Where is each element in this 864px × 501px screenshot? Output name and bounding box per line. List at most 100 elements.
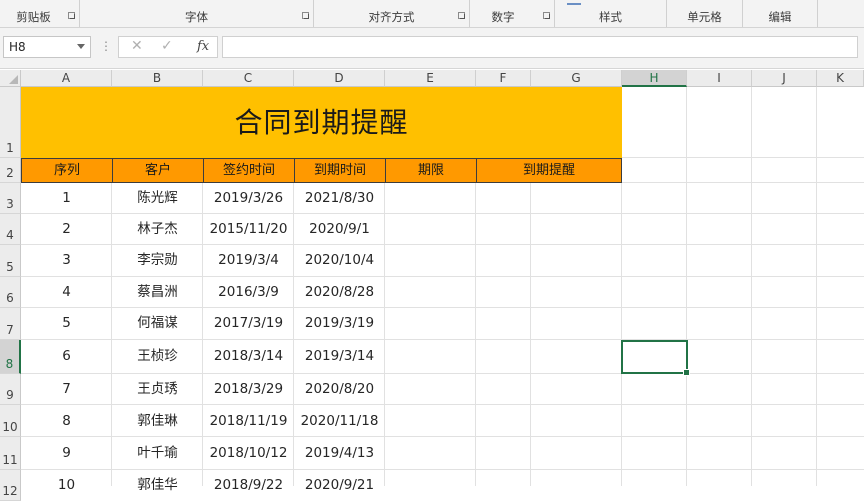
ribbon-group-label: 数字: [491, 10, 515, 24]
ribbon-group-label: 字体: [185, 10, 208, 24]
column-header-d[interactable]: D: [294, 70, 385, 87]
cell-d9[interactable]: 2020/8/20: [294, 374, 385, 405]
column-header-g[interactable]: G: [531, 70, 622, 87]
row-header-5[interactable]: 5: [0, 245, 21, 277]
cell-c10[interactable]: 2018/11/19: [203, 406, 294, 437]
chevron-down-icon[interactable]: [77, 44, 85, 49]
header-cell-sign-date[interactable]: 签约时间: [203, 158, 295, 183]
formula-bar: H8 ⋮ ✕ ✓ fx: [0, 28, 864, 69]
cell-a7[interactable]: 5: [21, 308, 112, 339]
cell-d4[interactable]: 2020/9/1: [294, 214, 385, 245]
worksheet-grid[interactable]: A B C D E F G H I J K 1 2 3 4 5 6 7 8 9 …: [0, 70, 864, 501]
cell-c3[interactable]: 2019/3/26: [203, 183, 294, 214]
ribbon-group-label: 样式: [599, 10, 622, 24]
cell-a3[interactable]: 1: [21, 183, 112, 214]
row-header-2[interactable]: 2: [0, 158, 21, 183]
cell-a8[interactable]: 6: [21, 341, 112, 372]
column-header-i[interactable]: I: [687, 70, 752, 87]
ribbon: 剪贴板 字体 对齐方式 数字 样式 单元格 编辑: [0, 0, 864, 28]
gridline: [751, 87, 752, 486]
cell-c6[interactable]: 2016/3/9: [203, 277, 294, 308]
cancel-icon[interactable]: ✕: [131, 38, 143, 54]
column-header-k[interactable]: K: [817, 70, 864, 87]
cell-b4[interactable]: 林子杰: [112, 214, 203, 245]
cell-c9[interactable]: 2018/3/29: [203, 374, 294, 405]
cell-b9[interactable]: 王贞琇: [112, 374, 203, 405]
header-cell-term[interactable]: 期限: [385, 158, 477, 183]
cell-c11[interactable]: 2018/10/12: [203, 438, 294, 469]
insert-function-icon[interactable]: fx: [197, 39, 209, 54]
formula-input[interactable]: [222, 36, 858, 58]
cell-c7[interactable]: 2017/3/19: [203, 308, 294, 339]
cell-a4[interactable]: 2: [21, 214, 112, 245]
active-cell-selection[interactable]: [621, 340, 690, 376]
row-header-9[interactable]: 9: [0, 374, 21, 405]
gridline: [475, 183, 476, 486]
column-header-f[interactable]: F: [476, 70, 531, 87]
cell-b11[interactable]: 叶千瑜: [112, 438, 203, 469]
cell-b6[interactable]: 蔡昌洲: [112, 277, 203, 308]
column-header-e[interactable]: E: [385, 70, 476, 87]
cell-b3[interactable]: 陈光辉: [112, 183, 203, 214]
cell-d6[interactable]: 2020/8/28: [294, 277, 385, 308]
gridline: [686, 87, 687, 486]
cell-d5[interactable]: 2020/10/4: [294, 245, 385, 276]
column-header-j[interactable]: J: [752, 70, 817, 87]
cell-a11[interactable]: 9: [21, 438, 112, 469]
cell-a10[interactable]: 8: [21, 406, 112, 437]
cell-b10[interactable]: 郭佳琳: [112, 406, 203, 437]
cell-a9[interactable]: 7: [21, 374, 112, 405]
row-header-3[interactable]: 3: [0, 183, 21, 214]
row-header-6[interactable]: 6: [0, 277, 21, 308]
formula-buttons: ✕ ✓ fx: [118, 36, 218, 58]
ribbon-group-label: 单元格: [687, 10, 722, 24]
ribbon-group-clipboard: 剪贴板: [0, 0, 80, 27]
cell-d7[interactable]: 2019/3/19: [294, 308, 385, 339]
ribbon-group-cells: 单元格: [667, 0, 743, 27]
ribbon-group-editing: 编辑: [743, 0, 818, 27]
font-launcher-icon[interactable]: [302, 12, 309, 19]
gridline: [530, 183, 531, 486]
header-cell-due-reminder[interactable]: 到期提醒: [476, 158, 622, 183]
gridline: [816, 87, 817, 486]
cell-b8[interactable]: 王桢珍: [112, 341, 203, 372]
cell-d3[interactable]: 2021/8/30: [294, 183, 385, 214]
cell-d10[interactable]: 2020/11/18: [294, 406, 385, 437]
row-header-7[interactable]: 7: [0, 308, 21, 340]
number-launcher-icon[interactable]: [543, 12, 550, 19]
name-box[interactable]: H8: [3, 36, 91, 58]
drag-handle-icon[interactable]: ⋮: [100, 39, 112, 53]
column-header-c[interactable]: C: [203, 70, 294, 87]
row-header-4[interactable]: 4: [0, 214, 21, 245]
gridline: [21, 339, 864, 340]
header-cell-due-date[interactable]: 到期时间: [294, 158, 386, 183]
clipboard-launcher-icon[interactable]: [68, 12, 75, 19]
cell-b5[interactable]: 李宗勋: [112, 245, 203, 276]
column-header-b[interactable]: B: [112, 70, 203, 87]
sheet-title-cell[interactable]: 合同到期提醒: [21, 87, 622, 158]
cell-a5[interactable]: 3: [21, 245, 112, 276]
cell-c8[interactable]: 2018/3/14: [203, 341, 294, 372]
cell-d11[interactable]: 2019/4/13: [294, 438, 385, 469]
row-header-11[interactable]: 11: [0, 437, 21, 470]
cell-c4[interactable]: 2015/11/20: [203, 214, 294, 245]
row-header-10[interactable]: 10: [0, 405, 21, 437]
row-header-1[interactable]: 1: [0, 87, 21, 158]
cell-a6[interactable]: 4: [21, 277, 112, 308]
column-header-h[interactable]: H: [622, 70, 687, 87]
ribbon-group-number: 数字: [470, 0, 555, 27]
ribbon-group-font: 字体: [80, 0, 314, 27]
row-header-8[interactable]: 8: [0, 340, 21, 374]
cell-b7[interactable]: 何福谋: [112, 308, 203, 339]
header-cell-sequence[interactable]: 序列: [21, 158, 113, 183]
select-all-button[interactable]: [0, 70, 21, 87]
enter-icon[interactable]: ✓: [161, 38, 173, 54]
ribbon-group-alignment: 对齐方式: [314, 0, 470, 27]
column-header-a[interactable]: A: [21, 70, 112, 87]
conditional-format-icon[interactable]: [567, 0, 581, 5]
alignment-launcher-icon[interactable]: [458, 12, 465, 19]
cell-d8[interactable]: 2019/3/14: [294, 341, 385, 372]
cell-c5[interactable]: 2019/3/4: [203, 245, 294, 276]
name-box-value: H8: [9, 40, 26, 54]
header-cell-customer[interactable]: 客户: [112, 158, 204, 183]
